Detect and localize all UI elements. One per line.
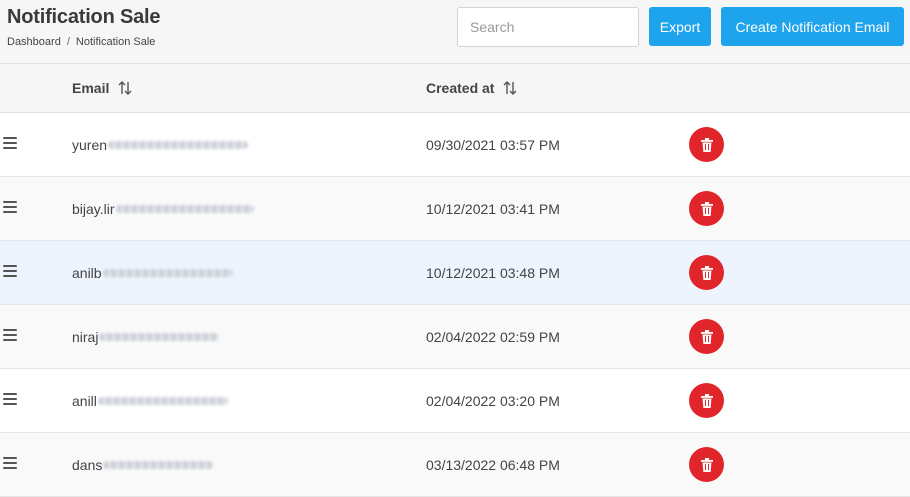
drag-handle-icon[interactable] <box>3 201 17 215</box>
column-label-created-at: Created at <box>426 80 495 96</box>
email-cell: bijay.lir <box>72 177 254 240</box>
created-at-cell: 10/12/2021 03:41 PM <box>426 200 560 217</box>
sort-arrows-icon[interactable] <box>502 80 518 96</box>
email-text: dans <box>72 456 103 473</box>
trash-icon <box>700 393 713 408</box>
trash-icon <box>700 265 713 280</box>
table-row[interactable]: yuren 09/30/2021 03:57 PM <box>0 113 910 177</box>
delete-button[interactable] <box>689 447 724 482</box>
email-cell: niraj <box>72 305 220 368</box>
email-cell: anill <box>72 369 228 432</box>
drag-handle-icon[interactable] <box>3 329 17 343</box>
redacted-email-blur <box>115 204 254 213</box>
drag-handle-icon[interactable] <box>3 137 17 151</box>
created-at-cell: 09/30/2021 03:57 PM <box>426 136 560 153</box>
delete-button[interactable] <box>689 191 724 226</box>
table-row[interactable]: bijay.lir 10/12/2021 03:41 PM <box>0 177 910 241</box>
table-header: Email Created at <box>0 63 910 113</box>
email-text: bijay.lir <box>72 200 115 217</box>
redacted-email-blur <box>99 332 220 341</box>
breadcrumb-dashboard[interactable]: Dashboard <box>7 36 61 48</box>
trash-icon <box>700 201 713 216</box>
redacted-email-blur <box>97 396 228 405</box>
delete-button[interactable] <box>689 383 724 418</box>
table-row[interactable]: anilb 10/12/2021 03:48 PM <box>0 241 910 305</box>
created-at-cell: 02/04/2022 02:59 PM <box>426 328 560 345</box>
trash-icon <box>700 457 713 472</box>
redacted-email-blur <box>108 140 249 149</box>
drag-handle-icon[interactable] <box>3 393 17 407</box>
column-header-email[interactable]: Email <box>72 64 133 112</box>
breadcrumb: Dashboard / Notification Sale <box>7 36 155 48</box>
drag-handle-icon[interactable] <box>3 457 17 471</box>
export-button[interactable]: Export <box>649 7 711 46</box>
breadcrumb-current: Notification Sale <box>75 36 156 48</box>
breadcrumb-separator: / <box>66 36 70 48</box>
trash-icon <box>700 137 713 152</box>
delete-button[interactable] <box>689 127 724 162</box>
table-body: yuren 09/30/2021 03:57 PM bijay.lir 10/1… <box>0 113 910 497</box>
search-input[interactable] <box>457 7 639 47</box>
email-cell: dans <box>72 433 214 496</box>
email-text: niraj <box>72 328 99 345</box>
created-at-cell: 02/04/2022 03:20 PM <box>426 392 560 409</box>
column-label-email: Email <box>72 80 110 96</box>
table-row[interactable]: anill 02/04/2022 03:20 PM <box>0 369 910 433</box>
created-at-cell: 10/12/2021 03:48 PM <box>426 264 560 281</box>
redacted-email-blur <box>102 268 233 277</box>
email-text: anilb <box>72 264 102 281</box>
trash-icon <box>700 329 713 344</box>
email-text: anill <box>72 392 97 409</box>
drag-handle-icon[interactable] <box>3 265 17 279</box>
page-header: Notification Sale Dashboard / Notificati… <box>0 0 910 63</box>
create-notification-email-button[interactable]: Create Notification Email <box>721 7 904 46</box>
email-cell: anilb <box>72 241 233 304</box>
table-row[interactable]: dans 03/13/2022 06:48 PM <box>0 433 910 497</box>
page-title: Notification Sale <box>7 6 161 28</box>
table-row[interactable]: niraj 02/04/2022 02:59 PM <box>0 305 910 369</box>
delete-button[interactable] <box>689 255 724 290</box>
column-header-created-at[interactable]: Created at <box>426 64 518 112</box>
redacted-email-blur <box>103 460 214 469</box>
delete-button[interactable] <box>689 319 724 354</box>
email-text: yuren <box>72 136 108 153</box>
created-at-cell: 03/13/2022 06:48 PM <box>426 456 560 473</box>
email-cell: yuren <box>72 113 249 176</box>
sort-arrows-icon[interactable] <box>117 80 133 96</box>
